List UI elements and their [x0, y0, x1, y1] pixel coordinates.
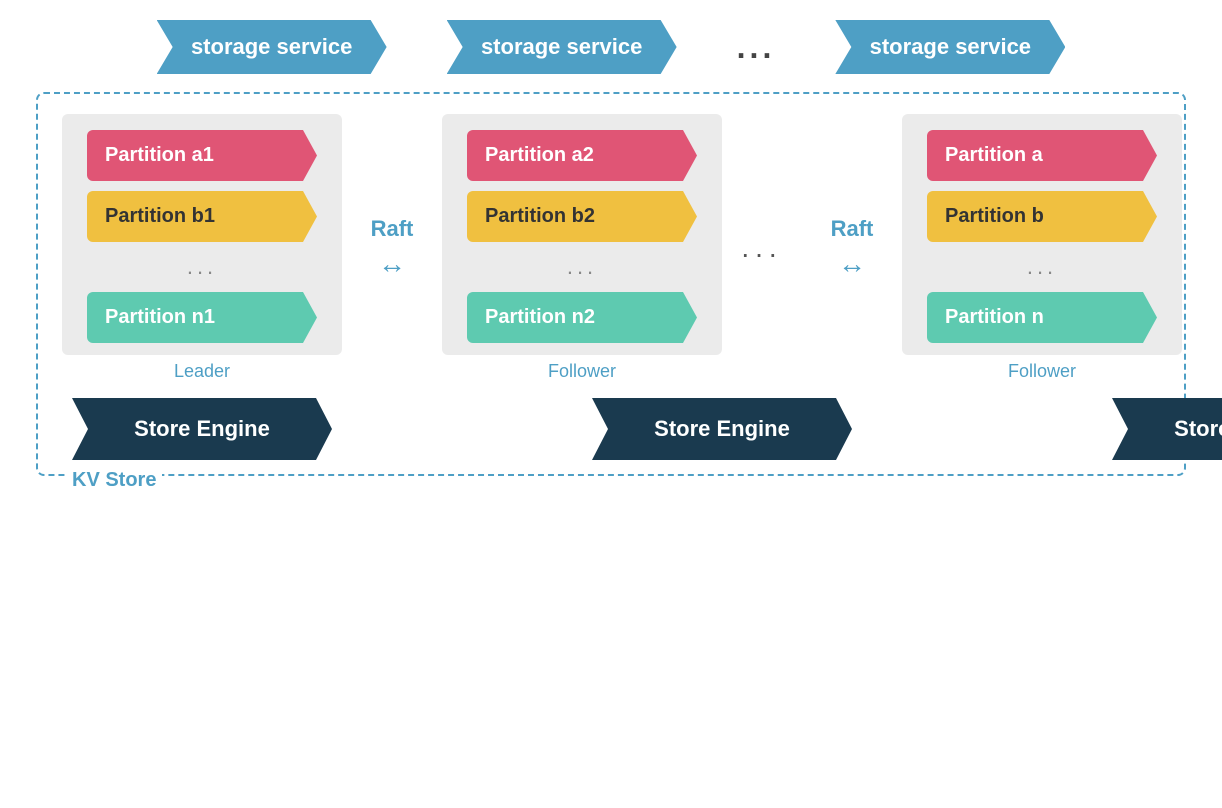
top-dots: ...	[737, 29, 776, 66]
partition-a1: Partition a1	[87, 130, 317, 181]
node-follower2-box: Partition a Partition b ... Partition n	[902, 114, 1182, 355]
node-follower1-box: Partition a2 Partition b2 ... Partition …	[442, 114, 722, 355]
partition-b1: Partition b1	[87, 191, 317, 242]
partition-a2: Partition a2	[467, 130, 697, 181]
kv-store-label: KV Store	[66, 469, 162, 492]
store-engines-row: Store Engine Store Engine Store Engine	[62, 398, 1160, 460]
raft-label-2: Raft	[831, 216, 874, 242]
between-dots: ...	[722, 232, 802, 264]
storage-service-1: storage service	[157, 20, 387, 74]
node-follower1-column: Partition a2 Partition b2 ... Partition …	[442, 114, 722, 382]
storage-service-3: storage service	[835, 20, 1065, 74]
partition-n1: Partition n1	[87, 292, 317, 343]
top-row: storage service storage service ... stor…	[20, 20, 1202, 74]
main-container: Partition a1 Partition b1 ... Partition …	[36, 92, 1186, 476]
node1-role: Leader	[174, 361, 230, 382]
partition-b2: Partition b2	[467, 191, 697, 242]
raft-arrow-1: ↔	[378, 248, 406, 280]
node-leader-box: Partition a1 Partition b1 ... Partition …	[62, 114, 342, 355]
raft-section-1: Raft ↔	[342, 216, 442, 280]
partition-b: Partition b	[927, 191, 1157, 242]
raft-label-1: Raft	[371, 216, 414, 242]
node2-dots: ...	[567, 254, 597, 280]
store-engine-3: Store Engine	[1112, 398, 1222, 460]
partition-a: Partition a	[927, 130, 1157, 181]
nodes-row: Partition a1 Partition b1 ... Partition …	[62, 114, 1160, 382]
store-engine-1: Store Engine	[72, 398, 332, 460]
store-engine-2: Store Engine	[592, 398, 852, 460]
partition-n: Partition n	[927, 292, 1157, 343]
node3-role: Follower	[1008, 361, 1076, 382]
raft-arrow-2: ↔	[838, 248, 866, 280]
raft-section-2: Raft ↔	[802, 216, 902, 280]
storage-service-2: storage service	[447, 20, 677, 74]
node-leader-column: Partition a1 Partition b1 ... Partition …	[62, 114, 342, 382]
node-follower2-column: Partition a Partition b ... Partition n …	[902, 114, 1182, 382]
partition-n2: Partition n2	[467, 292, 697, 343]
node1-dots: ...	[187, 254, 217, 280]
node2-role: Follower	[548, 361, 616, 382]
node3-dots: ...	[1027, 254, 1057, 280]
